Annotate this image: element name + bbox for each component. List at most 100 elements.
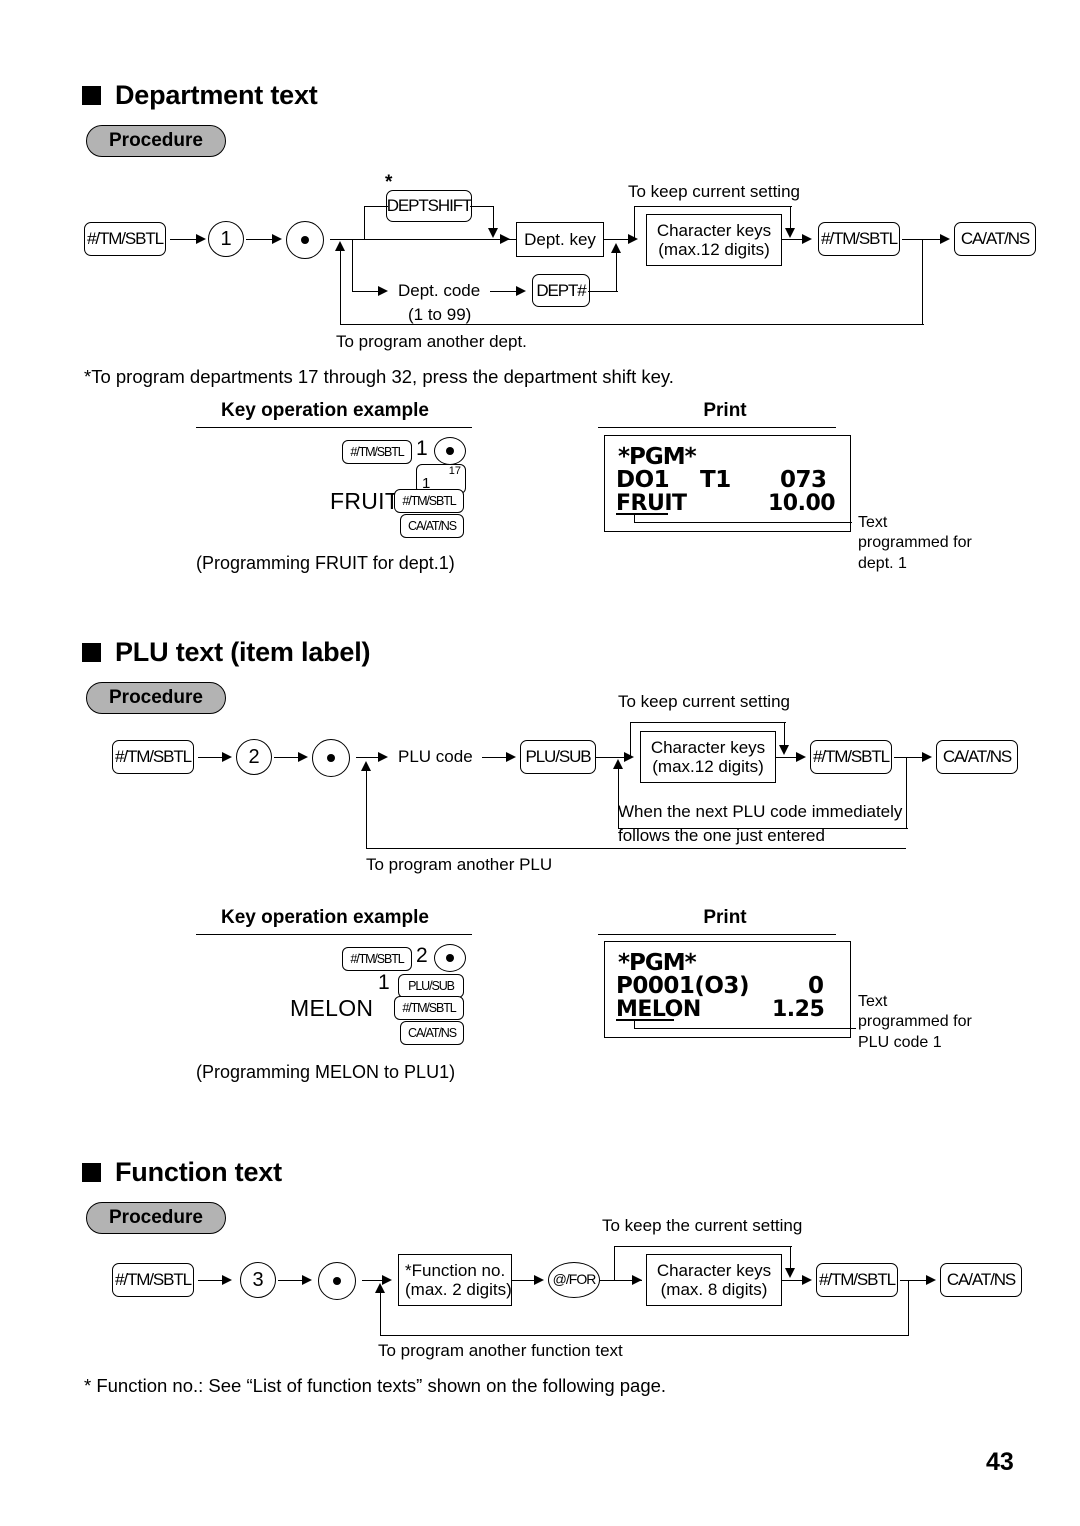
example-caption-dept: (Programming FRUIT for dept.1) [196, 553, 455, 573]
receipt-line3-right-plu: 1.25 [772, 997, 825, 1022]
flow-key-deptshift[interactable]: DEPTSHIFT [386, 190, 472, 222]
flow-key-caatns-func[interactable]: CA/AT/NS [940, 1263, 1022, 1297]
arrow-icon [612, 759, 623, 769]
connector [902, 239, 944, 240]
flow-label-dept-code-range: (1 to 99) [408, 305, 472, 324]
section-heading-plu-text: PLU text (item label) [82, 637, 371, 668]
print-heading-plu: Print [703, 907, 747, 928]
example-key-caatns-dept[interactable]: CA/AT/NS [400, 514, 464, 538]
footnote-function: * Function no.: See “List of function te… [84, 1375, 667, 1396]
connector [588, 291, 618, 292]
example-key-tmsbtl-plu-2[interactable]: #/TM/SBTL [394, 996, 464, 1020]
arrow-icon [778, 745, 789, 755]
function-no-line2: (max. 2 digits) [405, 1280, 512, 1299]
connector [246, 239, 274, 240]
example-key-decimal-point-dept[interactable] [434, 437, 466, 465]
flow-key-caatns-plu[interactable]: CA/AT/NS [936, 740, 1018, 774]
connector [340, 324, 924, 325]
char-keys-line1: Character keys [656, 1260, 772, 1280]
flow-key-caatns-dept[interactable]: CA/AT/NS [954, 222, 1036, 256]
flow-key-decimal-point[interactable] [286, 221, 324, 259]
arrow-icon [516, 285, 526, 296]
connector [634, 1028, 856, 1029]
arrow-icon [272, 233, 282, 244]
arrow-icon [334, 241, 345, 251]
flow-label-keep-setting-dept: To keep current setting [628, 182, 800, 201]
flow-label-loop-dept: To program another dept. [336, 332, 527, 351]
connector [380, 1335, 909, 1336]
connector [634, 206, 635, 239]
arrow-icon [628, 233, 638, 244]
flow-key-tmsbtl-dept-start[interactable]: #/TM/SBTL [84, 222, 166, 256]
example-text-fruit: FRUIT [330, 488, 400, 514]
section-title: PLU text (item label) [115, 637, 371, 667]
arrow-icon [922, 751, 932, 762]
example-key-tmsbtl-dept-2[interactable]: #/TM/SBTL [394, 489, 464, 513]
procedure-badge-plu: Procedure [86, 682, 226, 714]
divider [598, 427, 836, 428]
flow-key-decimal-point-plu[interactable] [312, 739, 350, 777]
example-heading-dept: Key operation example [220, 400, 430, 421]
receipt-line2-left-dept: DO1 [616, 467, 670, 493]
flow-label-next-plu-2: follows the one just entered [618, 826, 825, 845]
arrow-icon [487, 228, 498, 238]
section-heading-department-text: Department text [82, 80, 318, 111]
flow-key-dept-hash[interactable]: DEPT# [532, 274, 590, 307]
connector [366, 770, 367, 849]
connector [908, 1280, 909, 1336]
flow-key-tmsbtl-plu-start[interactable]: #/TM/SBTL [112, 740, 194, 774]
arrow-icon [926, 1274, 936, 1285]
connector [790, 206, 791, 230]
receipt-underline-plu [616, 1019, 674, 1021]
example-key-caatns-plu[interactable]: CA/AT/NS [400, 1021, 464, 1045]
flow-key-tmsbtl-dept-end[interactable]: #/TM/SBTL [818, 222, 900, 256]
example-caption-plu: (Programming MELON to PLU1) [196, 1062, 456, 1082]
connector [616, 252, 617, 292]
procedure-badge-department: Procedure [86, 125, 226, 157]
flow-key-at-for[interactable]: @/FOR [548, 1262, 600, 1298]
flow-digit-3: 3 [240, 1262, 276, 1298]
flow-key-tmsbtl-func-end[interactable]: #/TM/SBTL [816, 1263, 898, 1297]
flow-label-plu-code: PLU code [398, 747, 473, 766]
flow-key-tmsbtl-func-start[interactable]: #/TM/SBTL [112, 1263, 194, 1297]
example-key-tmsbtl-dept[interactable]: #/TM/SBTL [342, 440, 412, 464]
receipt-line2-mid-dept: T1 [700, 467, 731, 493]
arrow-icon [500, 233, 510, 244]
connector [198, 757, 224, 758]
receipt-line2-right-dept: 073 [780, 467, 827, 493]
example-key-decimal-point-plu[interactable] [434, 944, 466, 972]
connector [340, 250, 341, 325]
connector [784, 722, 785, 746]
print-note-dept: Text programmed for dept. 1 [858, 514, 972, 572]
example-key-tmsbtl-plu[interactable]: #/TM/SBTL [342, 947, 412, 971]
char-keys-line2: (max.12 digits) [658, 240, 770, 259]
arrow-icon [506, 751, 516, 762]
char-keys-line2: (max. 8 digits) [660, 1280, 768, 1299]
arrow-icon [222, 1274, 232, 1285]
arrow-icon [360, 761, 371, 771]
example-key-plusub[interactable]: PLU/SUB [398, 974, 464, 998]
arrow-icon [222, 751, 232, 762]
footnote-department: *To program departments 17 through 32, p… [84, 366, 674, 387]
flow-key-plu-sub[interactable]: PLU/SUB [520, 740, 596, 774]
example-key-digit-dept: 1 [416, 437, 428, 460]
connector [364, 206, 388, 207]
flow-key-decimal-point-func[interactable] [318, 1262, 356, 1300]
flow-digit-1: 1 [208, 221, 244, 257]
connector [922, 239, 923, 325]
flow-label-keep-setting-plu: To keep current setting [618, 692, 790, 711]
flow-key-tmsbtl-plu-end[interactable]: #/TM/SBTL [810, 740, 892, 774]
connector [614, 1246, 792, 1247]
arrow-icon [802, 1274, 812, 1285]
arrow-icon [378, 285, 388, 296]
flow-label-next-plu-1: When the next PLU code immediately [618, 802, 903, 821]
connector [493, 206, 494, 230]
flow-box-character-keys-func: Character keys (max. 8 digits) [646, 1254, 782, 1306]
char-keys-line2: (max.12 digits) [652, 757, 764, 776]
divider [196, 934, 472, 935]
connector [470, 206, 494, 207]
connector [198, 1280, 224, 1281]
connector [274, 757, 300, 758]
procedure-badge-function: Procedure [86, 1202, 226, 1234]
receipt-underline-dept [616, 513, 668, 515]
